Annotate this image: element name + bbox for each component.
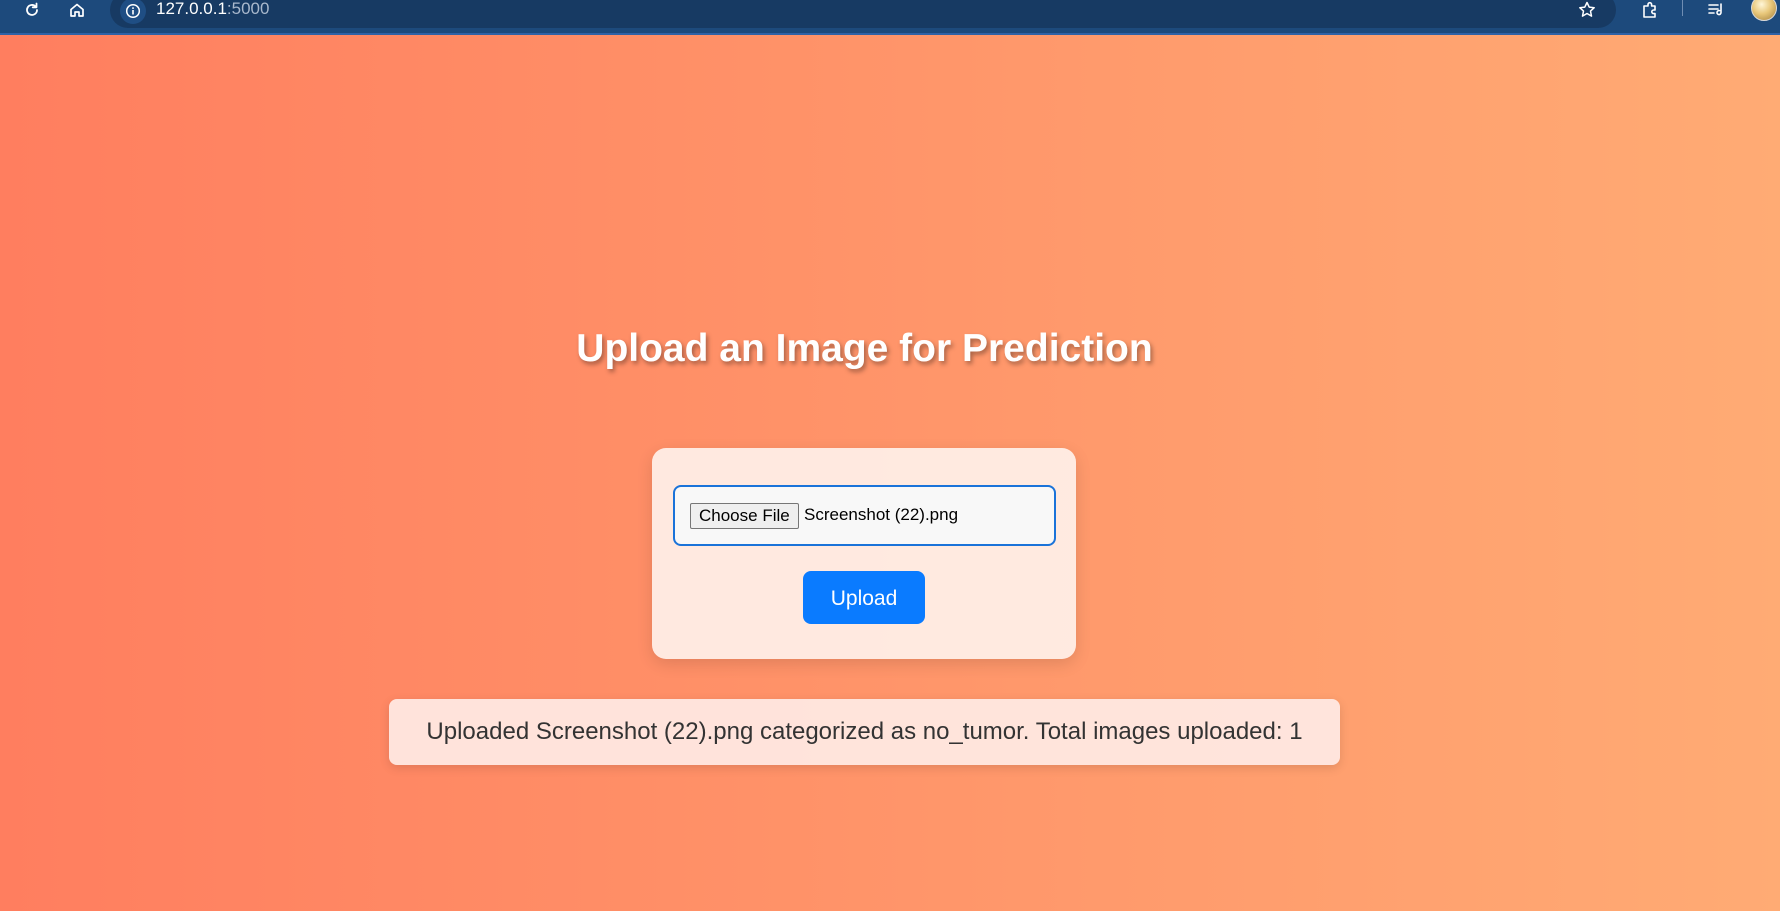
selected-file-name: Screenshot (22).png [804, 505, 959, 524]
url-port: :5000 [226, 0, 270, 18]
url-text[interactable]: 127.0.0.1:5000 [156, 0, 269, 19]
site-info-icon[interactable] [120, 0, 146, 24]
file-input[interactable]: Choose File Screenshot (22).png [673, 485, 1056, 546]
page-content: Upload an Image for Prediction Choose Fi… [0, 35, 1780, 911]
bookmark-star-icon[interactable] [1571, 0, 1603, 20]
profile-avatar[interactable] [1751, 0, 1777, 21]
address-bar[interactable]: 127.0.0.1:5000 [110, 0, 1616, 28]
extensions-icon[interactable] [1634, 0, 1666, 20]
result-message: Uploaded Screenshot (22).png categorized… [389, 699, 1340, 765]
upload-form: Choose File Screenshot (22).png Upload [652, 448, 1076, 659]
choose-file-button[interactable]: Choose File [690, 503, 799, 529]
toolbar-divider [1682, 0, 1683, 16]
reading-list-icon[interactable] [1700, 0, 1732, 20]
upload-button[interactable]: Upload [803, 571, 925, 624]
home-icon[interactable] [61, 0, 93, 20]
page-title: Upload an Image for Prediction [576, 327, 1153, 370]
browser-toolbar: 127.0.0.1:5000 [0, 0, 1780, 35]
url-host: 127.0.0.1 [156, 0, 227, 18]
reload-icon[interactable] [16, 0, 48, 20]
